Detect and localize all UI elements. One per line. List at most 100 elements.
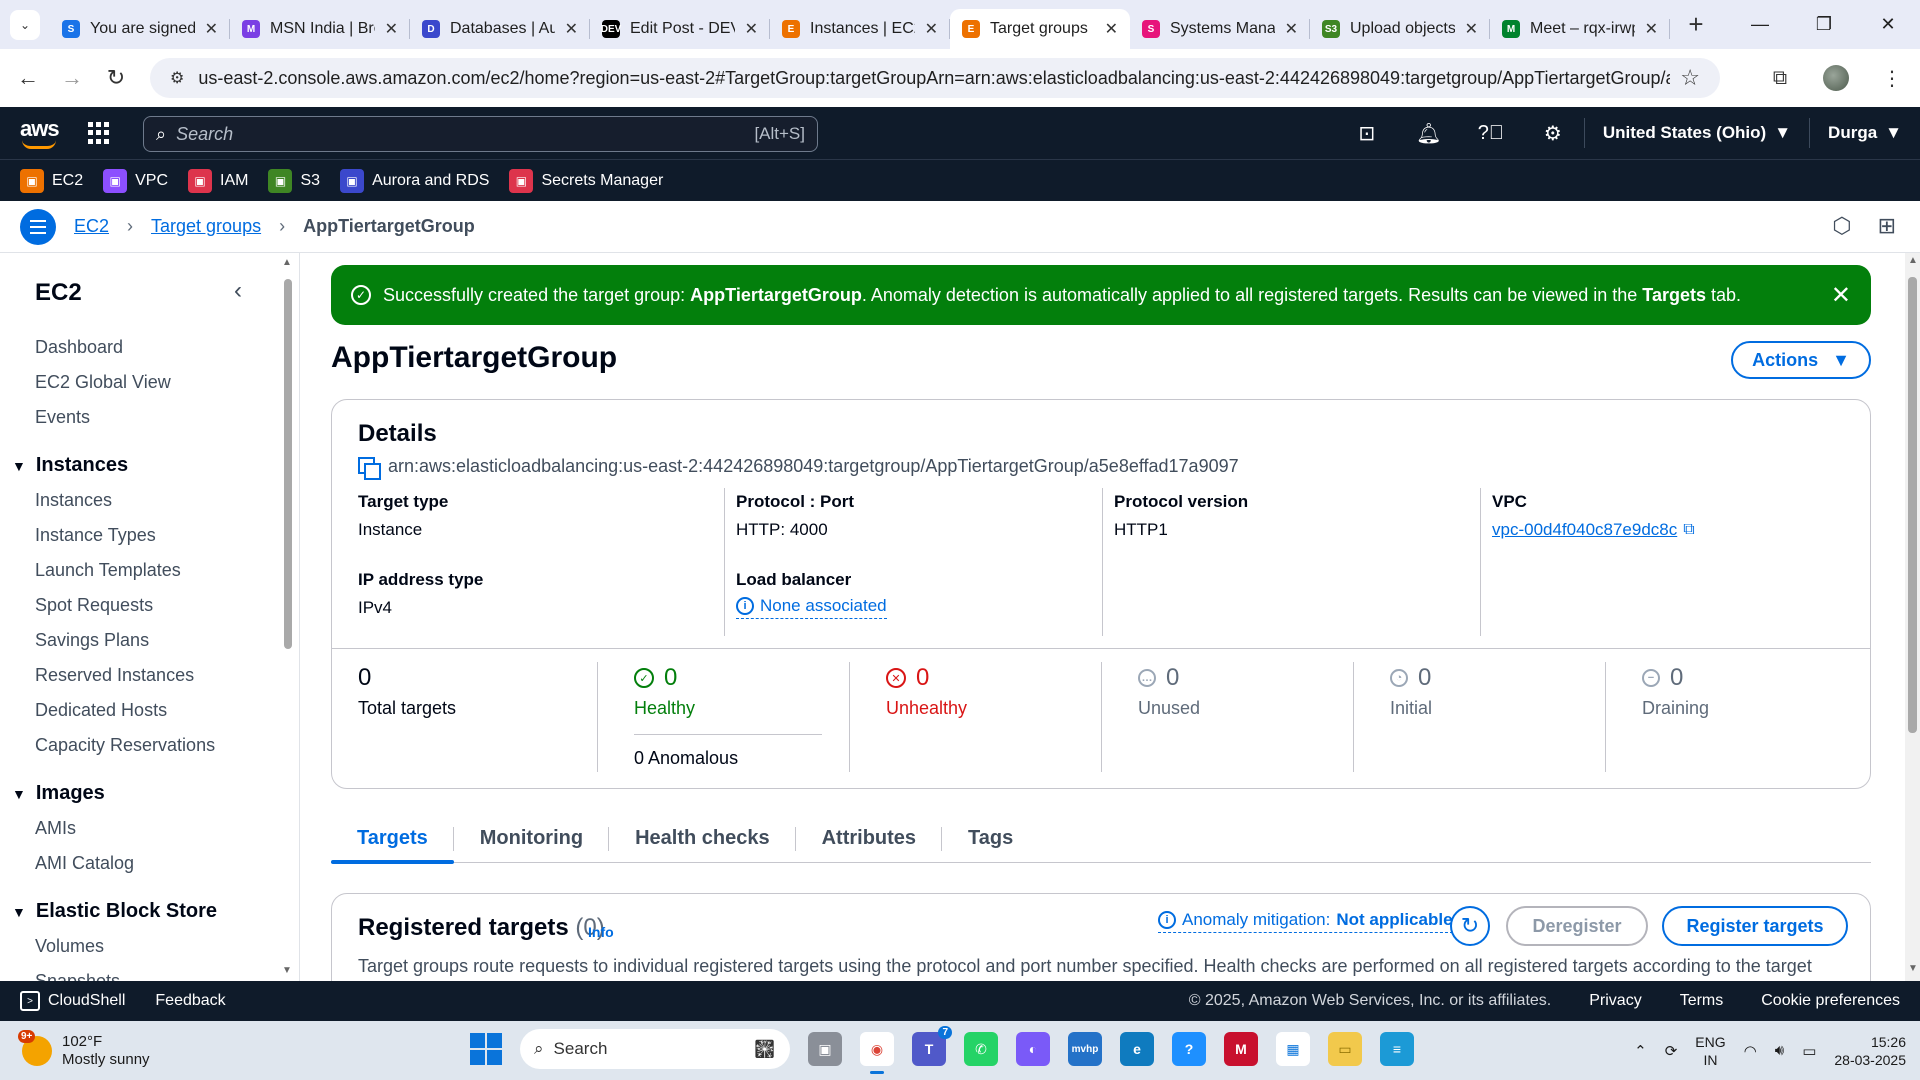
browser-tab[interactable]: D Databases | Aurora ✕ <box>410 9 590 49</box>
sidebar-link[interactable]: Snapshots <box>35 971 120 981</box>
browser-menu-icon[interactable]: ⋮ <box>1864 66 1920 91</box>
store-icon[interactable]: ▦ <box>1276 1032 1310 1066</box>
refresh-button[interactable]: ↻ <box>1450 906 1490 946</box>
help-icon[interactable]: ?⃝ <box>1460 107 1522 159</box>
browser-tab[interactable]: M MSN India | Breaking ✕ <box>230 9 410 49</box>
close-tab-icon[interactable]: ✕ <box>205 19 218 39</box>
dismiss-flash-icon[interactable]: ✕ <box>1831 281 1851 310</box>
browser-tab[interactable]: S You are signed in ✕ <box>50 9 230 49</box>
start-button[interactable] <box>470 1033 502 1065</box>
main-scrollbar[interactable]: ▲ ▼ <box>1905 253 1920 981</box>
maximize-button[interactable]: ❐ <box>1792 0 1856 49</box>
cloudshell-button[interactable]: > CloudShell <box>20 991 125 1011</box>
favorite-iam[interactable]: ▣ IAM <box>188 168 248 193</box>
close-tab-icon[interactable]: ✕ <box>925 19 938 39</box>
favorite-secrets-manager[interactable]: ▣ Secrets Manager <box>509 168 663 193</box>
register-targets-button[interactable]: Register targets <box>1662 906 1848 946</box>
sidebar-section[interactable]: ▼ Images <box>12 782 105 805</box>
favorite-ec2[interactable]: ▣ EC2 <box>20 168 83 193</box>
battery-icon[interactable]: ▭ <box>1802 1042 1816 1060</box>
volume-icon[interactable]: 🔊︎ <box>1775 1042 1784 1059</box>
scroll-up-arrow-icon[interactable]: ▲ <box>282 257 292 268</box>
breadcrumb-ec2[interactable]: EC2 <box>74 216 109 237</box>
sidebar-section[interactable]: ▼ Elastic Block Store <box>12 900 217 923</box>
account-menu[interactable]: Durga ▼ <box>1809 118 1920 148</box>
wifi-icon[interactable]: ◠ <box>1744 1042 1757 1060</box>
settings-gear-icon[interactable]: ⚙ <box>1522 107 1584 159</box>
reload-button[interactable]: ↻ <box>94 58 138 98</box>
close-tab-icon[interactable]: ✕ <box>1645 19 1658 39</box>
minimize-button[interactable]: — <box>1728 0 1792 49</box>
privacy-link[interactable]: Privacy <box>1589 992 1641 1010</box>
actions-button[interactable]: Actions ▼ <box>1731 341 1871 379</box>
notifications-hexagon-icon[interactable]: ⬡ <box>1832 213 1851 239</box>
aws-logo[interactable]: aws <box>20 116 62 149</box>
side-nav-toggle[interactable] <box>20 208 56 245</box>
services-menu-icon[interactable] <box>88 122 110 144</box>
notifications-bell-icon[interactable]: 🔔︎ <box>1398 107 1460 159</box>
copilot-icon[interactable]: ◐ <box>1016 1032 1050 1066</box>
cookie-preferences-link[interactable]: Cookie preferences <box>1761 992 1900 1010</box>
sidebar-link[interactable]: Dedicated Hosts <box>35 700 167 721</box>
cloudshell-icon[interactable]: ⊡ <box>1336 107 1398 159</box>
close-tab-icon[interactable]: ✕ <box>1285 19 1298 39</box>
tab-search-button[interactable]: ⌄ <box>10 9 40 40</box>
sidebar-link[interactable]: Capacity Reservations <box>35 735 215 756</box>
notepad-icon[interactable]: ≡ <box>1380 1032 1414 1066</box>
anomaly-mitigation-link[interactable]: i Anomaly mitigation: Not applicable <box>1158 910 1453 933</box>
sidebar-link[interactable]: EC2 Global View <box>35 372 171 393</box>
clock[interactable]: 15:26 28-03-2025 <box>1834 1033 1906 1069</box>
tab-targets[interactable]: Targets <box>331 813 454 864</box>
terms-link[interactable]: Terms <box>1680 992 1724 1010</box>
url-omnibox[interactable]: ⚙ us-east-2.console.aws.amazon.com/ec2/h… <box>150 58 1720 98</box>
deregister-button[interactable]: Deregister <box>1506 906 1648 946</box>
bookmark-star-icon[interactable]: ☆ <box>1680 65 1700 91</box>
tab-attributes[interactable]: Attributes <box>796 813 943 863</box>
browser-tab[interactable]: E Target groups ✕ <box>950 9 1130 49</box>
favorite-vpc[interactable]: ▣ VPC <box>103 168 168 193</box>
sidebar-link[interactable]: Instances <box>35 490 112 511</box>
taskbar-search[interactable]: ⌕ Search 🎇︎ <box>520 1029 790 1069</box>
tab-health-checks[interactable]: Health checks <box>609 813 796 863</box>
sidebar-link[interactable]: Events <box>35 407 90 428</box>
load-balancer-value[interactable]: i None associated <box>736 596 887 619</box>
sidebar-collapse-icon[interactable]: ‹ <box>234 277 242 305</box>
browser-tab[interactable]: S3 Upload objects ✕ <box>1310 9 1490 49</box>
region-selector[interactable]: United States (Ohio) ▼ <box>1583 118 1809 148</box>
tab-tags[interactable]: Tags <box>942 813 1039 863</box>
weather-widget[interactable]: 9+ 102°F Mostly sunny <box>18 1029 150 1069</box>
chrome-icon[interactable]: ◉ <box>860 1032 894 1074</box>
browser-tab[interactable]: E Instances | EC2 ✕ <box>770 9 950 49</box>
new-tab-button[interactable]: + <box>1678 7 1714 43</box>
scroll-up-arrow-icon[interactable]: ▲ <box>1908 255 1918 266</box>
browser-tab[interactable]: DEV Edit Post - DEV ✕ <box>590 9 770 49</box>
extensions-icon[interactable]: ⧉ <box>1752 67 1808 90</box>
close-tab-icon[interactable]: ✕ <box>745 19 758 39</box>
language-indicator[interactable]: ENG IN <box>1695 1033 1725 1069</box>
display-preferences-icon[interactable]: ⊞ <box>1878 213 1896 239</box>
sidebar-link[interactable]: Spot Requests <box>35 595 153 616</box>
scroll-down-arrow-icon[interactable]: ▼ <box>282 965 292 976</box>
favorite-aurora-and-rds[interactable]: ▣ Aurora and RDS <box>340 168 489 193</box>
close-tab-icon[interactable]: ✕ <box>1105 19 1118 39</box>
show-hidden-icons-chevron[interactable]: ⌃ <box>1634 1042 1647 1060</box>
sidebar-link[interactable]: Dashboard <box>35 337 123 358</box>
aws-search-box[interactable]: ⌕ [Alt+S] <box>143 116 818 152</box>
sync-icon[interactable]: ⟳ <box>1665 1042 1678 1060</box>
external-link-icon[interactable]: ⧉ <box>1683 521 1694 539</box>
close-tab-icon[interactable]: ✕ <box>1465 19 1478 39</box>
browser-tab[interactable]: M Meet – rqx-irwp ✕ <box>1490 9 1670 49</box>
favorite-s3[interactable]: ▣ S3 <box>268 168 320 193</box>
sidebar-link[interactable]: AMIs <box>35 818 76 839</box>
whatsapp-icon[interactable]: ✆ <box>964 1032 998 1066</box>
close-tab-icon[interactable]: ✕ <box>385 19 398 39</box>
scrollbar-thumb[interactable] <box>1908 277 1917 733</box>
help-app-icon[interactable]: ? <box>1172 1032 1206 1066</box>
sidebar-link[interactable]: Launch Templates <box>35 560 181 581</box>
teams-icon[interactable]: T7 <box>912 1026 952 1066</box>
back-button[interactable]: ← <box>6 58 50 98</box>
sidebar-link[interactable]: Savings Plans <box>35 630 149 651</box>
sidebar-section[interactable]: ▼ Instances <box>12 454 128 477</box>
site-info-icon[interactable]: ⚙ <box>170 68 184 88</box>
sidebar-scrollbar[interactable] <box>284 279 292 649</box>
